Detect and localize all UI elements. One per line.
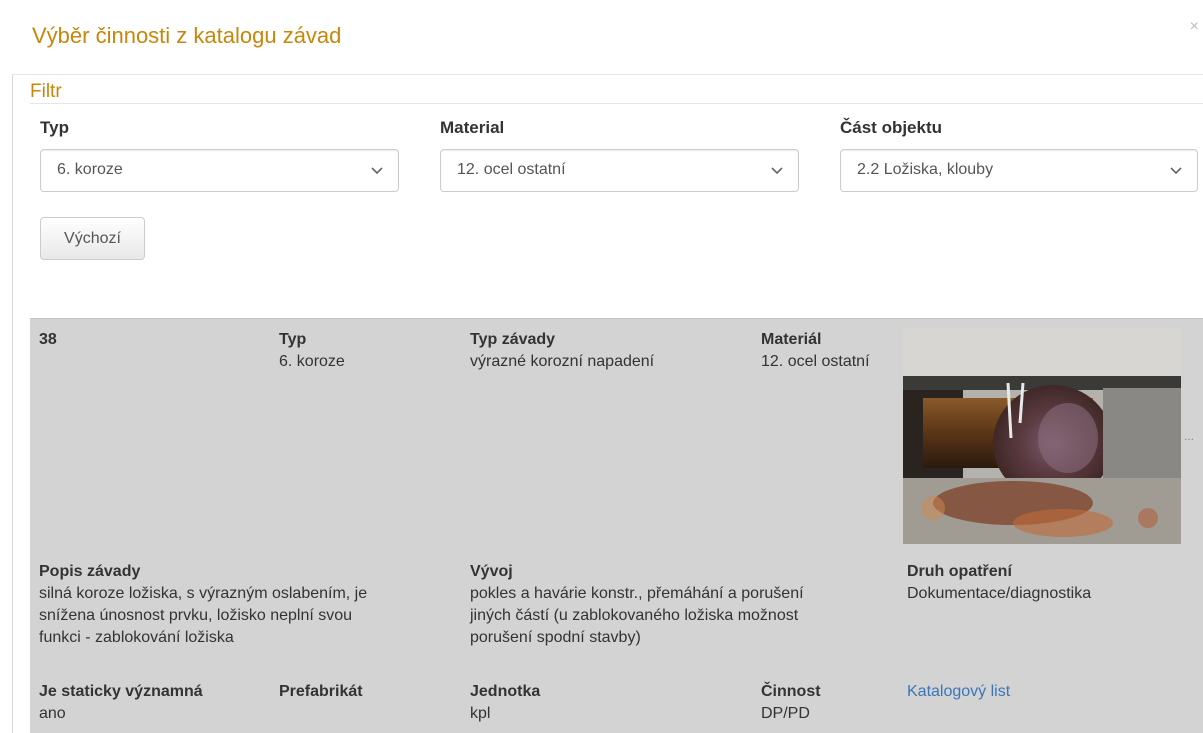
modal-left-border xyxy=(12,75,13,733)
catalog-sheet-link[interactable]: Katalogový list xyxy=(907,683,1010,700)
record-katalog: Katalogový list xyxy=(907,681,1010,703)
record-druh-opatreni: Druh opatření Dokumentace/diagnostika xyxy=(907,563,1092,602)
modal-title: Výběr činnosti z katalogu závad xyxy=(32,23,342,48)
chevron-down-icon xyxy=(371,167,383,175)
typ-select[interactable]: 6. koroze xyxy=(40,149,399,192)
chevron-down-icon xyxy=(771,167,783,175)
record-popis: Popis závady silná koroze ložiska, s výr… xyxy=(39,563,368,646)
record-typ-zavady: Typ závady výrazné korozní napadení xyxy=(470,331,655,370)
record-vyvoj: Vývoj pokles a havárie konstr., přemáhán… xyxy=(470,563,804,646)
chevron-down-icon xyxy=(1170,167,1182,175)
cast-objektu-select[interactable]: 2.2 Ložiska, klouby xyxy=(840,149,1198,192)
material-filter-label: Material xyxy=(440,118,505,137)
defect-photo xyxy=(903,328,1181,544)
record-id: 38 xyxy=(39,331,57,348)
filter-legend: Filtr xyxy=(30,81,1203,104)
more-icon[interactable]: ... xyxy=(1184,429,1194,443)
cast-objektu-filter-label: Část objektu xyxy=(840,118,943,137)
typ-filter-label: Typ xyxy=(40,118,69,137)
default-button[interactable]: Výchozí xyxy=(40,217,145,260)
typ-select-value: 6. koroze xyxy=(57,161,123,178)
modal-header: Výběr činnosti z katalogu závad × xyxy=(12,0,1203,75)
record-material: Materiál 12. ocel ostatní xyxy=(761,331,870,370)
record-cinnost: Činnost DP/PD xyxy=(761,683,821,722)
record-prefabrikat: Prefabrikát xyxy=(279,683,363,700)
close-icon[interactable]: × xyxy=(1190,18,1199,36)
cast-objektu-select-value: 2.2 Ložiska, klouby xyxy=(857,161,994,178)
catalog-record[interactable]: 38 Typ 6. koroze Typ závady výrazné koro… xyxy=(30,318,1203,733)
record-jednotka: Jednotka kpl xyxy=(470,683,541,722)
record-typ: Typ 6. koroze xyxy=(279,331,345,370)
material-select-value: 12. ocel ostatní xyxy=(457,161,566,178)
material-select[interactable]: 12. ocel ostatní xyxy=(440,149,799,192)
record-staticky: Je staticky významná ano xyxy=(39,683,203,722)
